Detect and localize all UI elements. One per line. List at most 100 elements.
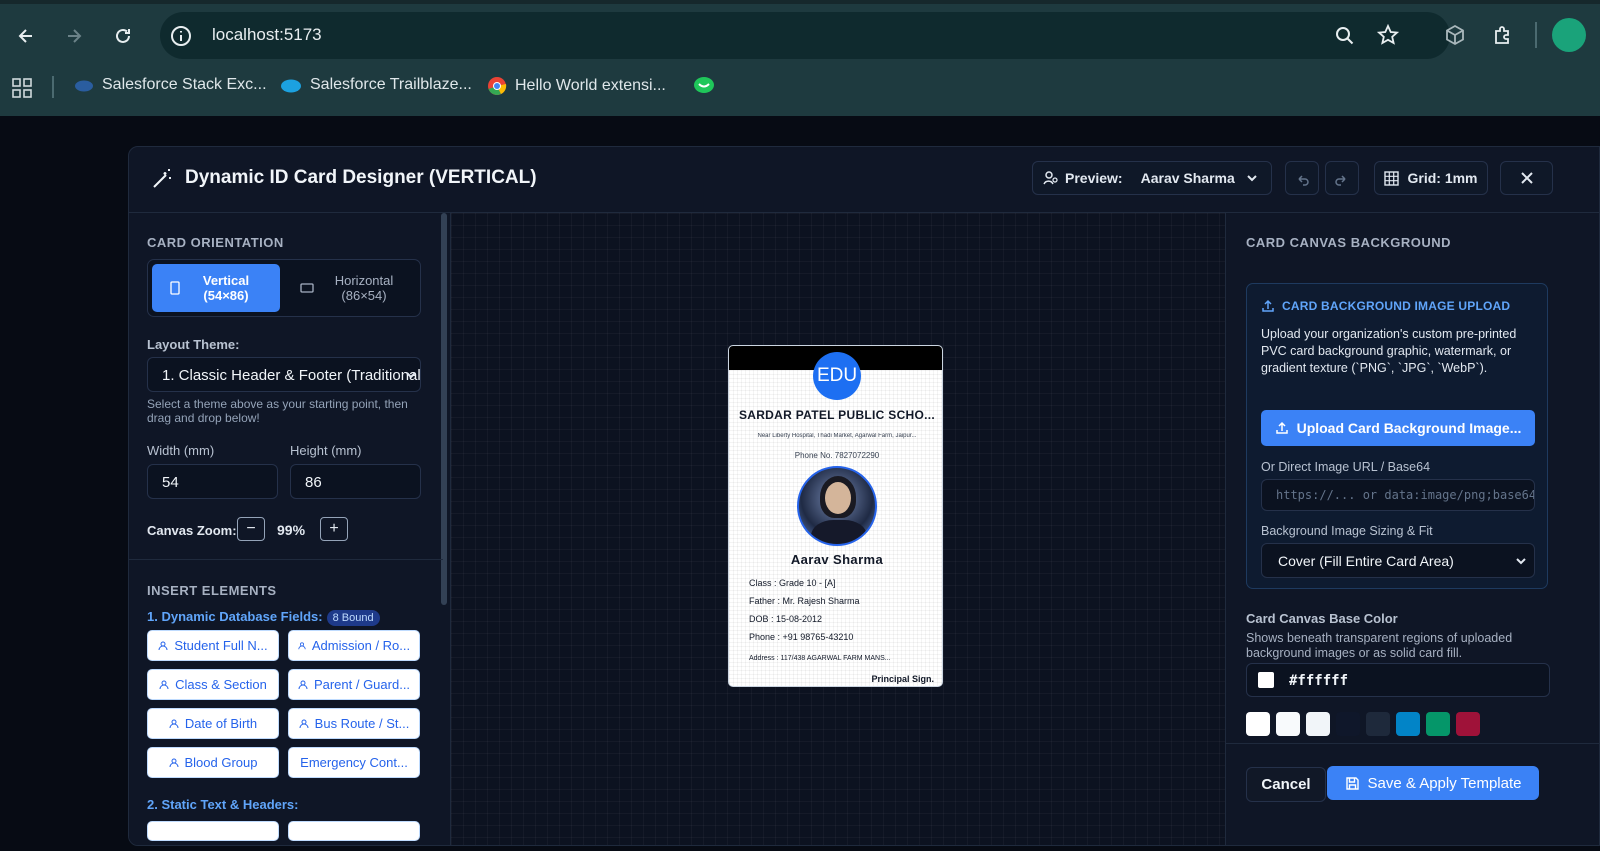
image-url-label: Or Direct Image URL / Base64 bbox=[1261, 460, 1431, 474]
base-color-value: #ffffff bbox=[1289, 673, 1349, 689]
vertical-orientation-button[interactable]: Vertical (54×86) bbox=[152, 264, 280, 312]
undo-button[interactable] bbox=[1285, 161, 1319, 195]
swatch-slate[interactable] bbox=[1366, 712, 1390, 736]
width-label: Width (mm) bbox=[147, 443, 215, 458]
fit-value: Cover (Fill Entire Card Area) bbox=[1278, 553, 1454, 569]
forward-button[interactable] bbox=[60, 22, 88, 50]
upload-icon bbox=[1262, 299, 1274, 312]
chip-date-of-birth[interactable]: Date of Birth bbox=[147, 708, 279, 739]
address-field[interactable]: Address : 117/438 AGARWAL FARM MANS... bbox=[749, 655, 891, 662]
student-name[interactable]: Aarav Sharma bbox=[737, 552, 937, 567]
swatch-crimson[interactable] bbox=[1456, 712, 1480, 736]
bookmark-salesforce-trailblazer[interactable]: Salesforce Trailblaze... bbox=[280, 76, 472, 94]
grid-toggle-button[interactable]: Grid: 1mm bbox=[1374, 161, 1488, 195]
reload-button[interactable] bbox=[109, 22, 137, 50]
apps-grid-icon[interactable] bbox=[11, 77, 33, 99]
address-bar[interactable] bbox=[160, 12, 1450, 59]
tab-strip bbox=[0, 0, 1600, 4]
section-divider bbox=[129, 559, 443, 560]
zoom-out-button[interactable]: − bbox=[237, 517, 265, 541]
static-text-title: 2. Static Text & Headers: bbox=[147, 797, 299, 812]
chip-student-full-name[interactable]: Student Full N... bbox=[147, 630, 279, 661]
grid-label: Grid: 1mm bbox=[1407, 170, 1478, 186]
swatch-navy[interactable] bbox=[1336, 712, 1360, 736]
phone-field[interactable]: Phone : +91 98765-43210 bbox=[749, 632, 853, 642]
swatch-blue[interactable] bbox=[1396, 712, 1420, 736]
chip-admission[interactable]: Admission / Ro... bbox=[288, 630, 420, 661]
chip-class-section[interactable]: Class & Section bbox=[147, 669, 279, 700]
image-url-input[interactable]: https://... or data:image/png;base64,... bbox=[1261, 479, 1535, 511]
chip-label: Parent / Guard... bbox=[313, 677, 411, 692]
height-input[interactable]: 86 bbox=[290, 464, 421, 499]
school-logo[interactable]: EDU bbox=[813, 352, 861, 400]
user-search-icon bbox=[1043, 171, 1058, 185]
extension-cube-icon[interactable] bbox=[1444, 24, 1466, 46]
extensions-puzzle-icon[interactable] bbox=[1492, 24, 1514, 46]
theme-hint: Select a theme above as your starting po… bbox=[147, 397, 408, 425]
chip-label: Emergency Cont... bbox=[300, 755, 408, 770]
school-address[interactable]: Near Liberty Hospital, Thadi Market, Aga… bbox=[737, 433, 937, 439]
upload-icon bbox=[1275, 421, 1288, 434]
chip-static-1[interactable] bbox=[147, 821, 279, 841]
principal-signature[interactable]: Principal Sign. bbox=[871, 674, 934, 684]
upload-background-button[interactable]: Upload Card Background Image... bbox=[1261, 410, 1535, 446]
chevron-down-icon bbox=[1247, 175, 1257, 182]
layout-theme-select[interactable]: 1. Classic Header & Footer (Traditional) bbox=[147, 357, 421, 392]
left-panel: CARD ORIENTATION Vertical (54×86) Horizo… bbox=[129, 213, 451, 845]
school-name[interactable]: SARDAR PATEL PUBLIC SCHO... bbox=[737, 408, 937, 422]
chip-static-2[interactable] bbox=[288, 821, 420, 841]
chrome-icon bbox=[488, 77, 507, 95]
class-field[interactable]: Class : Grade 10 - [A] bbox=[749, 578, 836, 588]
father-field[interactable]: Father : Mr. Rajesh Sharma bbox=[749, 596, 860, 606]
id-card-preview[interactable]: EDU SARDAR PATEL PUBLIC SCHO... Near Lib… bbox=[728, 345, 943, 687]
user-icon bbox=[158, 641, 168, 650]
swatch-green[interactable] bbox=[1426, 712, 1450, 736]
profile-avatar[interactable] bbox=[1552, 18, 1586, 52]
zoom-search-icon[interactable] bbox=[1334, 25, 1356, 47]
base-color-preview[interactable] bbox=[1258, 672, 1274, 688]
horizontal-orientation-button[interactable]: Horizontal (86×54) bbox=[288, 264, 416, 312]
width-input[interactable]: 54 bbox=[147, 464, 278, 499]
base-color-input[interactable]: #ffffff bbox=[1246, 663, 1550, 697]
user-icon bbox=[298, 680, 308, 689]
cancel-button[interactable]: Cancel bbox=[1246, 767, 1326, 802]
chip-parent-guardian[interactable]: Parent / Guard... bbox=[288, 669, 420, 700]
swatch-off-white[interactable] bbox=[1276, 712, 1300, 736]
redo-button[interactable] bbox=[1325, 161, 1359, 195]
right-panel: CARD CANVAS BACKGROUND CARD BACKGROUND I… bbox=[1225, 213, 1599, 845]
chip-bus-route[interactable]: Bus Route / St... bbox=[288, 708, 420, 739]
zoom-in-button[interactable]: + bbox=[320, 517, 348, 541]
zoom-value: 99% bbox=[277, 522, 306, 538]
preview-select[interactable]: Preview: Aarav Sharma bbox=[1032, 161, 1272, 195]
fit-select[interactable]: Cover (Fill Entire Card Area) bbox=[1261, 543, 1535, 578]
back-button[interactable] bbox=[12, 22, 40, 50]
insert-elements-title: INSERT ELEMENTS bbox=[147, 583, 277, 598]
site-info-icon[interactable] bbox=[170, 25, 192, 47]
zoom-label: Canvas Zoom: bbox=[147, 523, 237, 538]
chevron-down-icon bbox=[406, 372, 416, 379]
student-photo[interactable] bbox=[797, 466, 877, 546]
orientation-toggle: Vertical (54×86) Horizontal (86×54) bbox=[147, 259, 421, 317]
chip-emergency-contact[interactable]: Emergency Cont... bbox=[288, 747, 420, 778]
design-canvas[interactable]: EDU SARDAR PATEL PUBLIC SCHO... Near Lib… bbox=[451, 213, 1225, 845]
close-button[interactable] bbox=[1500, 161, 1553, 195]
toolbar-divider bbox=[1535, 22, 1537, 48]
arrow-right-icon bbox=[68, 29, 82, 43]
bookmark-salesforce-stack[interactable]: Salesforce Stack Exc... bbox=[74, 76, 267, 94]
bookmark-hello-world[interactable]: Hello World extensi... bbox=[487, 76, 666, 96]
bookmark-label: Salesforce Trailblaze... bbox=[310, 76, 472, 93]
base-color-label: Card Canvas Base Color bbox=[1246, 611, 1398, 626]
swatch-white[interactable] bbox=[1246, 712, 1270, 736]
upload-title: CARD BACKGROUND IMAGE UPLOAD bbox=[1282, 299, 1511, 313]
dob-field[interactable]: DOB : 15-08-2012 bbox=[749, 614, 822, 624]
designer-modal: Dynamic ID Card Designer (VERTICAL) Prev… bbox=[128, 146, 1600, 846]
school-phone[interactable]: Phone No. 7827072290 bbox=[737, 451, 937, 460]
swatch-light-gray[interactable] bbox=[1306, 712, 1330, 736]
bookmark-star-icon[interactable] bbox=[1377, 24, 1399, 46]
left-panel-scrollbar[interactable] bbox=[441, 213, 447, 605]
user-icon bbox=[299, 719, 309, 728]
save-apply-button[interactable]: Save & Apply Template bbox=[1327, 766, 1539, 800]
chip-blood-group[interactable]: Blood Group bbox=[147, 747, 279, 778]
browser-chrome: localhost:5173 Salesforce Stack Exc... S… bbox=[0, 0, 1600, 116]
bookmark-chat[interactable] bbox=[693, 76, 715, 96]
